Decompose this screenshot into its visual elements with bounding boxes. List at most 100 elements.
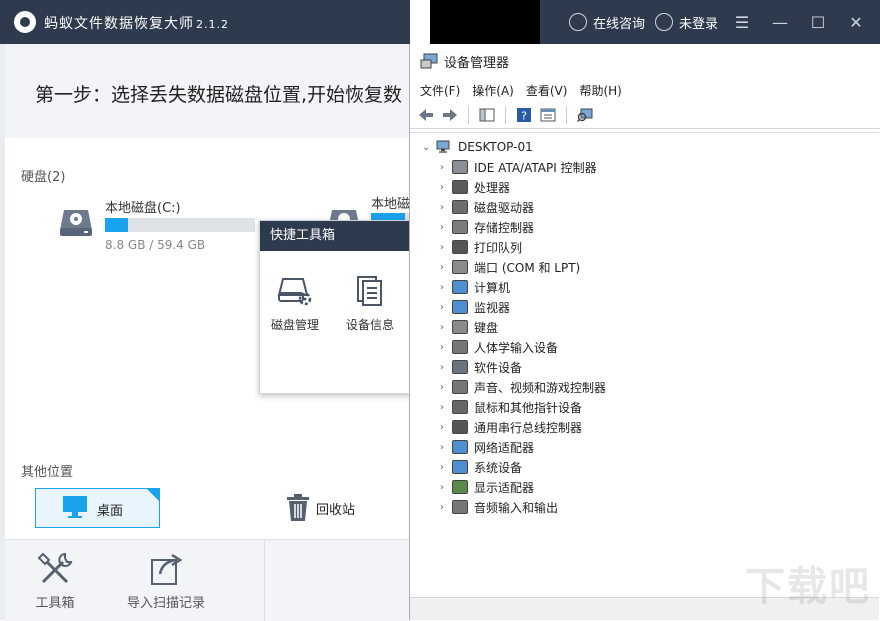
tree-item-label: 监视器 [474, 300, 511, 315]
software-device-icon [452, 360, 468, 374]
properties-icon [540, 108, 556, 122]
tree-item-printer[interactable]: › 打印队列 [438, 237, 522, 257]
forward-button[interactable] [440, 105, 460, 125]
menu-file[interactable]: 文件(F) [420, 82, 460, 99]
tree-item-label: 系统设备 [474, 460, 523, 475]
desktop-location-tile[interactable]: 桌面 [35, 488, 160, 528]
tree-root-computer[interactable]: ⌄ DESKTOP-01 [422, 137, 533, 157]
tree-item-label: 通用串行总线控制器 [474, 420, 583, 435]
tree-item-display-adapter[interactable]: › 显示适配器 [438, 477, 534, 497]
tree-item-computer[interactable]: › 计算机 [438, 277, 510, 297]
watermark: 下载吧 [745, 564, 871, 610]
disk-gear-icon [277, 278, 312, 306]
help-button[interactable]: ? [514, 105, 534, 125]
tree-item-label: 计算机 [474, 280, 511, 295]
chevron-right-icon[interactable]: › [438, 282, 446, 293]
mouse-icon [452, 400, 468, 414]
back-button[interactable] [416, 105, 436, 125]
minimize-button[interactable]: — [766, 8, 794, 36]
toolbox-button[interactable]: 工具箱 [35, 550, 75, 611]
hamburger-icon: ☰ [734, 12, 750, 32]
chevron-right-icon[interactable]: › [438, 162, 446, 173]
tree-item-usb[interactable]: › 通用串行总线控制器 [438, 417, 582, 437]
chevron-right-icon[interactable]: › [438, 222, 446, 233]
chevron-right-icon[interactable]: › [438, 302, 446, 313]
toolbox-title: 快捷工具箱 [260, 221, 412, 251]
computer-icon [436, 140, 450, 153]
document-icon [357, 276, 382, 306]
show-hide-tree-button[interactable] [477, 105, 497, 125]
chevron-right-icon[interactable]: › [438, 262, 446, 273]
tree-item-keyboard[interactable]: › 键盘 [438, 317, 498, 337]
tree-item-port[interactable]: › 端口 (COM 和 LPT) [438, 257, 580, 277]
tree-item-sound[interactable]: › 声音、视频和游戏控制器 [438, 377, 606, 397]
help-icon: ? [517, 108, 531, 123]
chevron-right-icon[interactable]: › [438, 442, 446, 453]
properties-button[interactable] [538, 105, 558, 125]
tree-item-monitor[interactable]: › 监视器 [438, 297, 510, 317]
device-manager-toolbar: ? [410, 102, 880, 129]
back-arrow-icon [419, 109, 433, 121]
svg-text:?: ? [521, 110, 527, 123]
step-instruction: 第一步：选择丢失数据磁盘位置,开始恢复数 [35, 84, 403, 106]
chevron-right-icon[interactable]: › [438, 202, 446, 213]
quick-toolbox-popup: 快捷工具箱 磁盘管理 设备信息 [259, 220, 413, 394]
chevron-right-icon[interactable]: › [438, 242, 446, 253]
device-tree: ⌄ DESKTOP-01 › IDE ATA/ATAPI 控制器 › 处理器 › 磁盘驱动… [410, 132, 879, 595]
disk-2-name: 本地磁 [371, 197, 411, 212]
menu-view[interactable]: 查看(V) [526, 82, 568, 99]
chevron-right-icon[interactable]: › [438, 502, 446, 513]
maximize-button[interactable]: ☐ [804, 8, 832, 36]
tree-item-audio-io[interactable]: › 音频输入和输出 [438, 497, 558, 517]
tree-item-storage[interactable]: › 存储控制器 [438, 217, 534, 237]
chevron-down-icon[interactable]: ⌄ [422, 142, 430, 153]
login-button[interactable]: 未登录 [654, 13, 718, 32]
forward-arrow-icon [443, 109, 457, 121]
app-logo-icon [14, 11, 36, 33]
scan-hardware-button[interactable] [575, 105, 595, 125]
tree-item-cpu[interactable]: › 处理器 [438, 177, 510, 197]
menu-help[interactable]: 帮助(H) [579, 82, 621, 99]
disk-management-tool[interactable]: 磁盘管理 [265, 273, 325, 333]
login-label: 未登录 [678, 16, 718, 32]
tree-item-disk-drive[interactable]: › 磁盘驱动器 [438, 197, 534, 217]
usb-icon [452, 420, 468, 434]
import-scan-record-button[interactable]: 导入扫描记录 [127, 550, 205, 611]
close-icon: ✕ [849, 12, 863, 32]
tree-item-label: 显示适配器 [474, 480, 535, 495]
chevron-right-icon[interactable]: › [438, 182, 446, 193]
device-info-tool[interactable]: 设备信息 [340, 273, 400, 333]
user-icon [654, 13, 673, 31]
chevron-right-icon[interactable]: › [438, 322, 446, 333]
tree-item-software-device[interactable]: › 软件设备 [438, 357, 522, 377]
chevron-right-icon[interactable]: › [438, 402, 446, 413]
chevron-right-icon[interactable]: › [438, 422, 446, 433]
chevron-right-icon[interactable]: › [438, 462, 446, 473]
menu-action[interactable]: 操作(A) [472, 82, 514, 99]
tree-item-hid[interactable]: › 人体学输入设备 [438, 337, 558, 357]
tree-item-system[interactable]: › 系统设备 [438, 457, 522, 477]
tree-item-ide[interactable]: › IDE ATA/ATAPI 控制器 [438, 157, 597, 177]
sound-icon [452, 380, 468, 394]
device-manager-title-bar: 设备管理器 [410, 44, 880, 78]
close-button[interactable]: ✕ [842, 8, 870, 36]
chevron-right-icon[interactable]: › [438, 362, 446, 373]
bottom-toolbar: 工具箱 导入扫描记录 [5, 539, 410, 621]
desktop-label: 桌面 [97, 504, 124, 519]
menu-button[interactable]: ☰ [728, 8, 756, 36]
online-consult-button[interactable]: 在线咨询 [568, 13, 645, 32]
ide-icon [452, 160, 468, 174]
recycle-bin-label: 回收站 [316, 503, 356, 518]
disk-c-size: 8.8 GB / 59.4 GB [105, 238, 206, 252]
import-scan-record-label: 导入扫描记录 [127, 596, 206, 611]
chevron-right-icon[interactable]: › [438, 382, 446, 393]
audio-io-icon [452, 500, 468, 514]
chevron-right-icon[interactable]: › [438, 482, 446, 493]
toolbar-separator [505, 106, 506, 124]
scan-hardware-icon [577, 108, 593, 122]
disk-drive-icon [452, 200, 468, 214]
chevron-right-icon[interactable]: › [438, 342, 446, 353]
app-title: 蚂蚁文件数据恢复大师 2.1.2 [44, 16, 229, 32]
tree-item-network[interactable]: › 网络适配器 [438, 437, 534, 457]
tree-item-mouse[interactable]: › 鼠标和其他指针设备 [438, 397, 582, 417]
